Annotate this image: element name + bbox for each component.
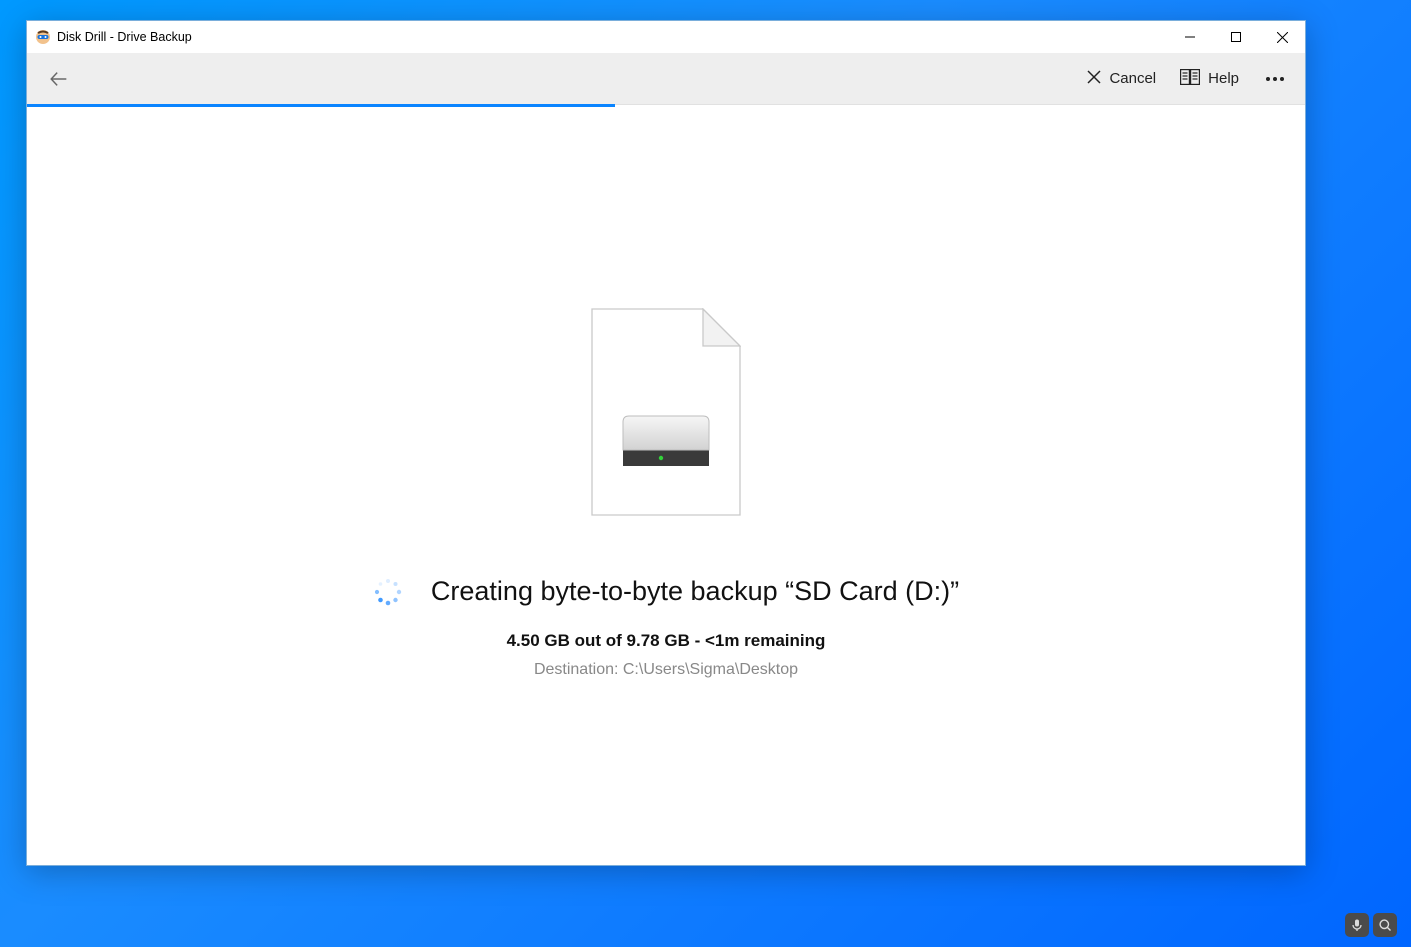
progress-fill — [27, 104, 615, 107]
app-icon — [35, 29, 51, 45]
status-title: Creating byte-to-byte backup “SD Card (D… — [431, 576, 959, 607]
help-button[interactable]: Help — [1170, 61, 1249, 97]
search-tray-icon[interactable] — [1373, 913, 1397, 937]
progress-text: 4.50 GB out of 9.78 GB - <1m remaining — [507, 631, 826, 651]
maximize-button[interactable] — [1213, 21, 1259, 53]
status-row: Creating byte-to-byte backup “SD Card (D… — [373, 576, 959, 607]
main-content: Creating byte-to-byte backup “SD Card (D… — [27, 108, 1305, 865]
help-label: Help — [1208, 70, 1239, 87]
book-icon — [1180, 69, 1200, 89]
toolbar: Cancel Help — [27, 53, 1305, 105]
microphone-tray-icon[interactable] — [1345, 913, 1369, 937]
app-window: Disk Drill - Drive Backup — [26, 20, 1306, 866]
close-icon — [1087, 70, 1101, 88]
close-button[interactable] — [1259, 21, 1305, 53]
tray-icons — [1345, 913, 1397, 937]
cancel-button[interactable]: Cancel — [1077, 61, 1166, 97]
more-button[interactable] — [1253, 61, 1297, 97]
destination-text: Destination: C:\Users\Sigma\Desktop — [534, 661, 798, 679]
back-button[interactable] — [41, 61, 77, 97]
titlebar: Disk Drill - Drive Backup — [27, 21, 1305, 53]
backup-file-illustration — [591, 308, 741, 516]
progress-bar — [27, 104, 1305, 107]
cancel-label: Cancel — [1109, 70, 1156, 87]
spinner-icon — [373, 577, 403, 607]
window-controls — [1167, 21, 1305, 53]
minimize-button[interactable] — [1167, 21, 1213, 53]
window-title: Disk Drill - Drive Backup — [57, 30, 192, 44]
